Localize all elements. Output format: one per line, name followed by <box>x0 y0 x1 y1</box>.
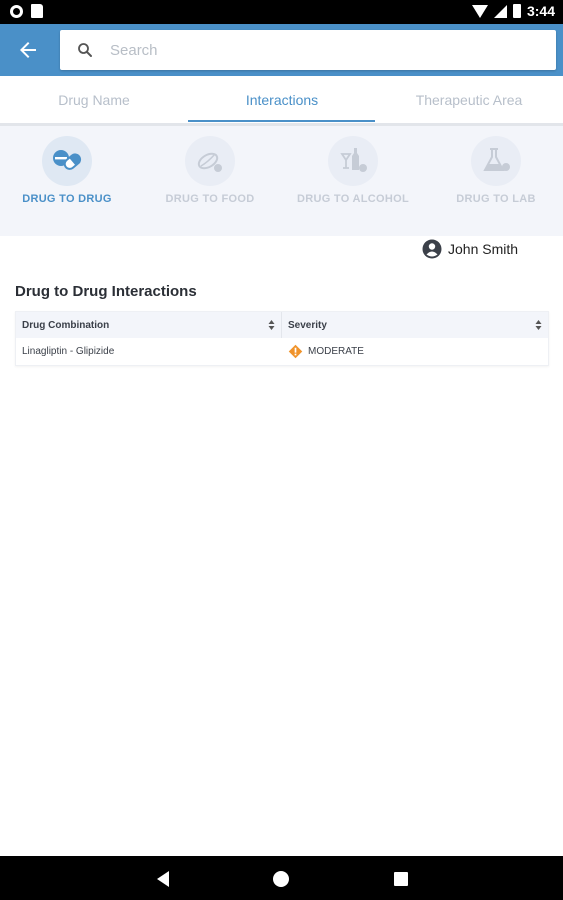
nav-home-button[interactable] <box>270 868 292 890</box>
table-header: Drug Combination Severity <box>16 312 548 338</box>
category-label: DRUG TO FOOD <box>165 193 255 205</box>
interaction-categories: DRUG TO DRUG DRUG TO FOOD DRUG TO ALCOHO… <box>0 126 563 236</box>
recents-square-icon <box>394 872 408 886</box>
warning-icon <box>288 344 303 359</box>
sd-card-icon <box>31 4 43 18</box>
category-drug-to-drug[interactable]: DRUG TO DRUG <box>0 136 137 226</box>
drug-combination-cell: Linagliptin - Glipizide <box>22 346 115 357</box>
tab-drug-name[interactable]: Drug Name <box>0 76 188 123</box>
app-bar <box>0 24 563 76</box>
category-label: DRUG TO LAB <box>456 193 536 205</box>
search-icon <box>78 43 92 57</box>
back-triangle-icon <box>157 871 169 887</box>
system-nav-bar <box>0 856 563 900</box>
tab-therapeutic-area[interactable]: Therapeutic Area <box>375 76 563 123</box>
nav-recents-button[interactable] <box>390 868 412 890</box>
category-drug-to-lab[interactable]: DRUG TO LAB <box>426 136 563 226</box>
battery-icon <box>512 4 521 18</box>
tab-interactions[interactable]: Interactions <box>188 76 376 123</box>
account-circle-icon <box>422 239 442 259</box>
food-icon <box>197 152 222 172</box>
interactions-table: Drug Combination Severity Linagliptin - … <box>15 311 549 366</box>
tab-bar: Drug Name Interactions Therapeutic Area <box>0 76 563 126</box>
signal-icon <box>493 4 507 18</box>
column-header-label: Drug Combination <box>22 319 110 331</box>
severity-label: MODERATE <box>308 346 364 357</box>
nav-back-button[interactable] <box>152 868 174 890</box>
column-header-drug-combination[interactable]: Drug Combination <box>16 312 281 338</box>
column-header-label: Severity <box>288 319 327 331</box>
status-time: 3:44 <box>526 3 555 19</box>
tab-indicator <box>188 120 375 122</box>
search-input[interactable] <box>110 30 540 70</box>
section-title: Drug to Drug Interactions <box>15 283 197 300</box>
wifi-icon <box>471 4 488 18</box>
category-label: DRUG TO DRUG <box>22 193 112 205</box>
sort-icon <box>268 320 275 330</box>
alcohol-icon <box>340 148 367 172</box>
circle-notification-icon <box>10 4 23 18</box>
search-box[interactable] <box>60 30 556 70</box>
column-header-severity[interactable]: Severity <box>281 312 548 338</box>
arrow-left-icon <box>20 42 36 58</box>
severity-cell: MODERATE <box>281 338 548 365</box>
user-info: John Smith <box>422 238 518 260</box>
table-row[interactable]: Linagliptin - Glipizide MODERATE <box>16 338 548 365</box>
user-name: John Smith <box>448 241 519 257</box>
home-circle-icon <box>273 871 289 887</box>
category-drug-to-food[interactable]: DRUG TO FOOD <box>140 136 280 226</box>
back-button[interactable] <box>14 36 42 64</box>
category-drug-to-alcohol[interactable]: DRUG TO ALCOHOL <box>283 136 423 226</box>
lab-flask-icon <box>483 148 510 171</box>
status-bar: 3:44 <box>0 0 563 24</box>
pills-icon <box>53 150 82 170</box>
sort-icon <box>535 320 542 330</box>
category-label: DRUG TO ALCOHOL <box>296 193 410 205</box>
